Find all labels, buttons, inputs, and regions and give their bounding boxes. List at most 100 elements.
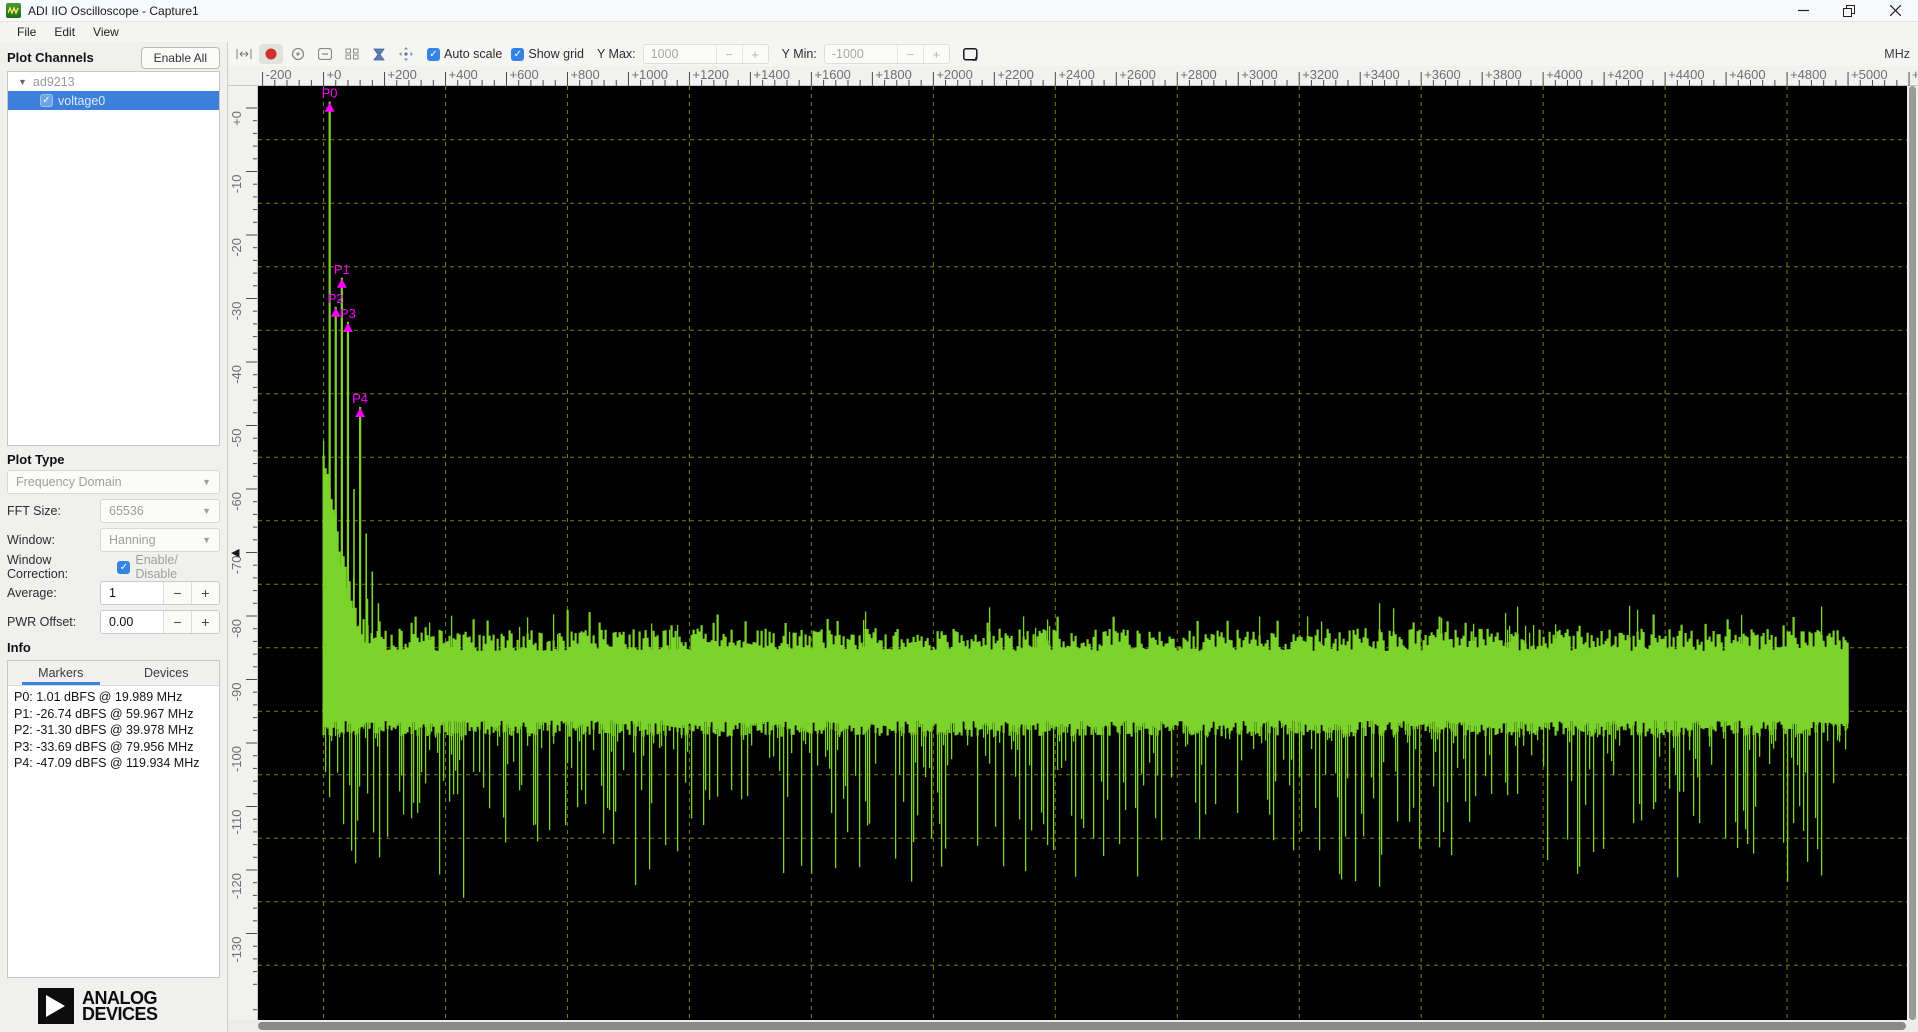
record-button[interactable] xyxy=(259,44,283,64)
svg-text:+3600: +3600 xyxy=(1424,67,1461,82)
horizontal-scrollbar[interactable] xyxy=(228,1020,1918,1032)
title-bar: ADI IIO Oscilloscope - Capture1 xyxy=(0,0,1918,22)
y-max-stepper: − + xyxy=(643,44,769,64)
svg-text:+200: +200 xyxy=(388,67,417,82)
y-max-input[interactable] xyxy=(644,45,716,63)
expander-icon[interactable]: ▼ xyxy=(18,77,27,87)
pwr-offset-decrement-button[interactable]: − xyxy=(163,611,191,633)
svg-text:+1400: +1400 xyxy=(753,67,790,82)
window-correction-sub-label: Enable/ Disable xyxy=(135,553,220,581)
plot-canvas[interactable]: P0P2P1P3P4 xyxy=(258,86,1907,1020)
minimize-button[interactable] xyxy=(1780,0,1826,21)
tree-item-channel[interactable]: ✓ voltage0 xyxy=(8,91,219,110)
svg-text:-60: -60 xyxy=(229,492,244,511)
svg-text:-30: -30 xyxy=(229,302,244,321)
plot-type-title: Plot Type xyxy=(7,452,220,467)
pwr-offset-increment-button[interactable]: + xyxy=(191,611,219,633)
svg-text:+2400: +2400 xyxy=(1058,67,1095,82)
close-button[interactable] xyxy=(1872,0,1918,21)
restore-button[interactable] xyxy=(1826,0,1872,21)
window-title: ADI IIO Oscilloscope - Capture1 xyxy=(28,4,199,18)
auto-scale-toggle[interactable]: ✓ Auto scale xyxy=(427,47,502,61)
chevron-down-icon: ▼ xyxy=(202,506,211,516)
y-max-decrement-button[interactable]: − xyxy=(716,45,742,63)
window-select[interactable]: Hanning ▼ xyxy=(100,528,220,552)
vertical-scrollbar[interactable] xyxy=(1907,86,1917,1020)
average-increment-button[interactable]: + xyxy=(191,582,219,604)
fft-size-label: FFT Size: xyxy=(7,504,100,518)
svg-text:-20: -20 xyxy=(229,238,244,257)
y-max-increment-button[interactable]: + xyxy=(742,45,768,63)
channel-checkbox[interactable]: ✓ xyxy=(40,94,53,107)
enable-all-button[interactable]: Enable All xyxy=(141,47,220,69)
svg-text:+4400: +4400 xyxy=(1668,67,1705,82)
marker-info-p1: P1: -26.74 dBFS @ 59.967 MHz xyxy=(14,706,219,723)
fft-size-select[interactable]: 65536 ▼ xyxy=(100,499,220,523)
svg-text:+3400: +3400 xyxy=(1363,67,1400,82)
pwr-offset-label: PWR Offset: xyxy=(7,615,100,629)
svg-text:-130: -130 xyxy=(229,937,244,963)
channel-name: voltage0 xyxy=(58,94,105,108)
zoom-out-icon[interactable] xyxy=(313,44,337,64)
svg-text:P2: P2 xyxy=(328,291,344,306)
svg-text:-80: -80 xyxy=(229,619,244,638)
detach-plot-icon[interactable] xyxy=(959,44,983,64)
show-grid-toggle[interactable]: ✓ Show grid xyxy=(511,47,584,61)
app-window: ADI IIO Oscilloscope - Capture1 File Edi… xyxy=(0,0,1918,1032)
y-min-input[interactable] xyxy=(825,45,897,63)
svg-text:+400: +400 xyxy=(449,67,478,82)
average-input[interactable] xyxy=(101,582,163,604)
tab-devices[interactable]: Devices xyxy=(114,661,220,685)
svg-text:P1: P1 xyxy=(334,262,350,277)
menu-bar: File Edit View xyxy=(0,22,1918,42)
pwr-offset-input[interactable] xyxy=(101,611,163,633)
svg-text:+1000: +1000 xyxy=(631,67,668,82)
tab-markers[interactable]: Markers xyxy=(8,661,114,685)
svg-text:+1600: +1600 xyxy=(814,67,851,82)
frequency-ruler: -200+0+200+400+600+800+1000+1200+1400+16… xyxy=(228,66,1918,86)
plot-toolbar: ✓ Auto scale ✓ Show grid Y Max: − + Y Mi… xyxy=(228,42,1918,66)
marker-info-p4: P4: -47.09 dBFS @ 119.934 MHz xyxy=(14,755,219,772)
tree-item-device[interactable]: ▼ ad9213 xyxy=(8,72,219,91)
svg-text:+2800: +2800 xyxy=(1180,67,1217,82)
svg-text:+2200: +2200 xyxy=(997,67,1034,82)
analog-devices-triangle-icon xyxy=(38,988,74,1024)
info-title: Info xyxy=(7,640,220,655)
grid-view-icon[interactable] xyxy=(340,44,364,64)
hourglass-icon[interactable] xyxy=(367,44,391,64)
average-decrement-button[interactable]: − xyxy=(163,582,191,604)
horizontal-scrollbar-thumb[interactable] xyxy=(258,1022,1906,1030)
window-correction-checkbox[interactable]: ✓ xyxy=(117,561,130,574)
average-label: Average: xyxy=(7,586,100,600)
svg-text:+2600: +2600 xyxy=(1119,67,1156,82)
svg-text:+4600: +4600 xyxy=(1729,67,1766,82)
auto-scale-checkbox[interactable]: ✓ xyxy=(427,48,440,61)
show-grid-checkbox[interactable]: ✓ xyxy=(511,48,524,61)
svg-text:+3000: +3000 xyxy=(1241,67,1278,82)
expand-icon[interactable] xyxy=(232,44,256,64)
show-grid-label: Show grid xyxy=(528,47,584,61)
menu-edit[interactable]: Edit xyxy=(45,23,84,41)
average-stepper: − + xyxy=(100,581,220,605)
y-min-increment-button[interactable]: + xyxy=(923,45,949,63)
svg-text:+600: +600 xyxy=(509,67,538,82)
svg-text:+4000: +4000 xyxy=(1546,67,1583,82)
menu-file[interactable]: File xyxy=(8,23,45,41)
menu-view[interactable]: View xyxy=(84,23,128,41)
plot-type-select[interactable]: Frequency Domain ▼ xyxy=(7,470,220,494)
pane-collapse-arrow[interactable]: ◀ xyxy=(231,546,239,559)
move-icon[interactable] xyxy=(394,44,418,64)
svg-text:+5000: +5000 xyxy=(1851,67,1888,82)
svg-text:+800: +800 xyxy=(570,67,599,82)
svg-text:-40: -40 xyxy=(229,365,244,384)
zoom-circle-icon[interactable] xyxy=(286,44,310,64)
svg-text:+3800: +3800 xyxy=(1485,67,1522,82)
vertical-scrollbar-thumb[interactable] xyxy=(1909,86,1916,1020)
svg-text:-110: -110 xyxy=(229,810,244,835)
device-name: ad9213 xyxy=(33,75,75,89)
svg-text:+3200: +3200 xyxy=(1302,67,1339,82)
svg-text:-10: -10 xyxy=(229,175,244,194)
sidebar: Plot Channels Enable All ▼ ad9213 ✓ volt… xyxy=(0,42,228,1032)
y-min-decrement-button[interactable]: − xyxy=(897,45,923,63)
window-value: Hanning xyxy=(109,533,156,547)
